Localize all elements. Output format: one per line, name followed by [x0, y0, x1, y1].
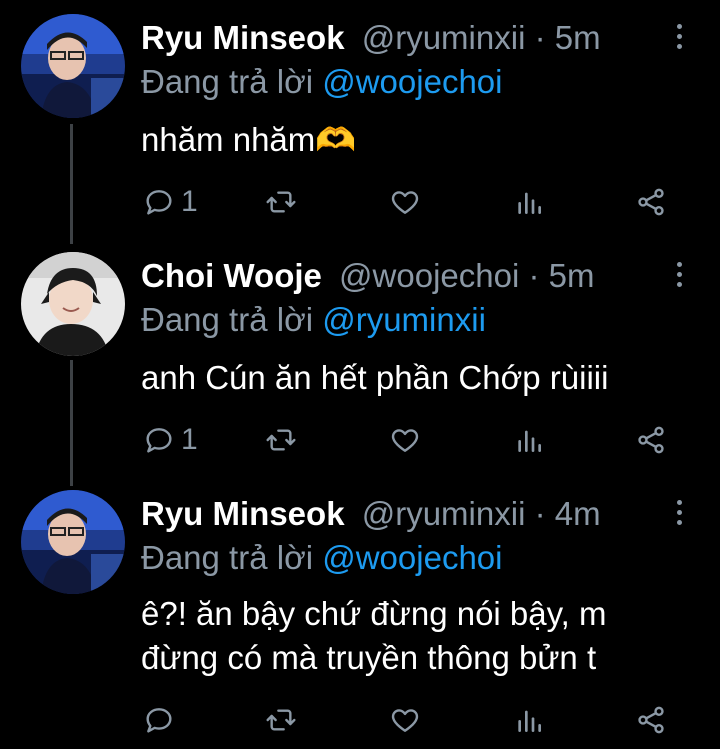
tweet[interactable]: Ryu Minseok @ryuminxii · 5m Đang trả lời…	[0, 0, 720, 240]
reply-count: 1	[181, 185, 198, 218]
reply-button[interactable]	[143, 700, 181, 740]
action-bar: 1	[141, 182, 681, 222]
tweet-header: Ryu Minseok @ryuminxii · 5m	[141, 18, 601, 58]
retweet-icon	[266, 709, 296, 731]
timestamp[interactable]: 5m	[555, 19, 601, 56]
share-button[interactable]	[635, 182, 667, 222]
timestamp[interactable]: 5m	[549, 257, 595, 294]
tweet-header: Ryu Minseok @ryuminxii · 4m	[141, 494, 601, 534]
avatar[interactable]	[21, 14, 125, 118]
reply-mention-link[interactable]: @woojechoi	[322, 63, 502, 100]
views-icon	[518, 710, 541, 732]
reply-mention-link[interactable]: @woojechoi	[322, 539, 502, 576]
separator-dot: ·	[534, 495, 555, 532]
retweet-icon	[266, 429, 296, 451]
like-button[interactable]	[389, 700, 421, 740]
like-button[interactable]	[389, 420, 421, 460]
separator-dot: ·	[534, 19, 555, 56]
views-icon	[518, 430, 541, 452]
reply-icon	[146, 708, 172, 733]
tweet-header: Choi Wooje @woojechoi · 5m	[141, 256, 595, 296]
reply-prefix: Đang trả lời	[141, 63, 314, 100]
share-button[interactable]	[635, 700, 667, 740]
reply-mention-link[interactable]: @ryuminxii	[322, 301, 486, 338]
like-icon	[391, 191, 419, 214]
tweet-text: anh Cún ăn hết phần Chớp rùiiii	[141, 359, 609, 396]
share-icon	[638, 426, 664, 454]
like-icon	[391, 709, 419, 732]
views-button[interactable]	[513, 420, 545, 460]
reply-context: Đang trả lời @woojechoi	[141, 538, 502, 578]
reply-count: 1	[181, 423, 198, 456]
retweet-button[interactable]	[265, 182, 297, 222]
action-bar	[141, 700, 681, 740]
reply-button[interactable]: 1	[143, 182, 198, 222]
like-icon	[391, 429, 419, 452]
timestamp[interactable]: 4m	[555, 495, 601, 532]
reply-button[interactable]: 1	[143, 420, 198, 460]
share-button[interactable]	[635, 420, 667, 460]
author-handle[interactable]: @woojechoi	[339, 257, 519, 294]
avatar[interactable]	[21, 252, 125, 356]
tweet[interactable]: Choi Wooje @woojechoi · 5m Đang trả lời …	[0, 240, 720, 484]
share-icon	[638, 706, 664, 734]
reply-prefix: Đang trả lời	[141, 539, 314, 576]
views-icon	[518, 192, 541, 214]
reply-context: Đang trả lời @woojechoi	[141, 62, 502, 102]
tweet[interactable]: Ryu Minseok @ryuminxii · 4m Đang trả lời…	[0, 484, 720, 749]
reply-context: Đang trả lời @ryuminxii	[141, 300, 486, 340]
retweet-button[interactable]	[265, 700, 297, 740]
author-handle[interactable]: @ryuminxii	[362, 495, 526, 532]
more-icon[interactable]	[676, 500, 684, 530]
avatar[interactable]	[21, 490, 125, 594]
more-icon[interactable]	[676, 24, 684, 54]
views-button[interactable]	[513, 182, 545, 222]
retweet-button[interactable]	[265, 420, 297, 460]
reply-icon	[146, 428, 172, 453]
author-name[interactable]: Ryu Minseok	[141, 19, 345, 56]
more-icon[interactable]	[676, 262, 684, 292]
tweet-text: ê?! ăn bậy chứ đừng nói bậy, m đừng có m…	[141, 595, 607, 676]
author-name[interactable]: Ryu Minseok	[141, 495, 345, 532]
like-button[interactable]	[389, 182, 421, 222]
action-bar: 1	[141, 420, 681, 460]
share-icon	[638, 188, 664, 216]
reply-icon	[146, 190, 172, 215]
reply-prefix: Đang trả lời	[141, 301, 314, 338]
author-name[interactable]: Choi Wooje	[141, 257, 322, 294]
separator-dot: ·	[528, 257, 549, 294]
author-handle[interactable]: @ryuminxii	[362, 19, 526, 56]
views-button[interactable]	[513, 700, 545, 740]
tweet-text: nhăm nhăm🫶	[141, 121, 357, 158]
retweet-icon	[266, 191, 296, 213]
